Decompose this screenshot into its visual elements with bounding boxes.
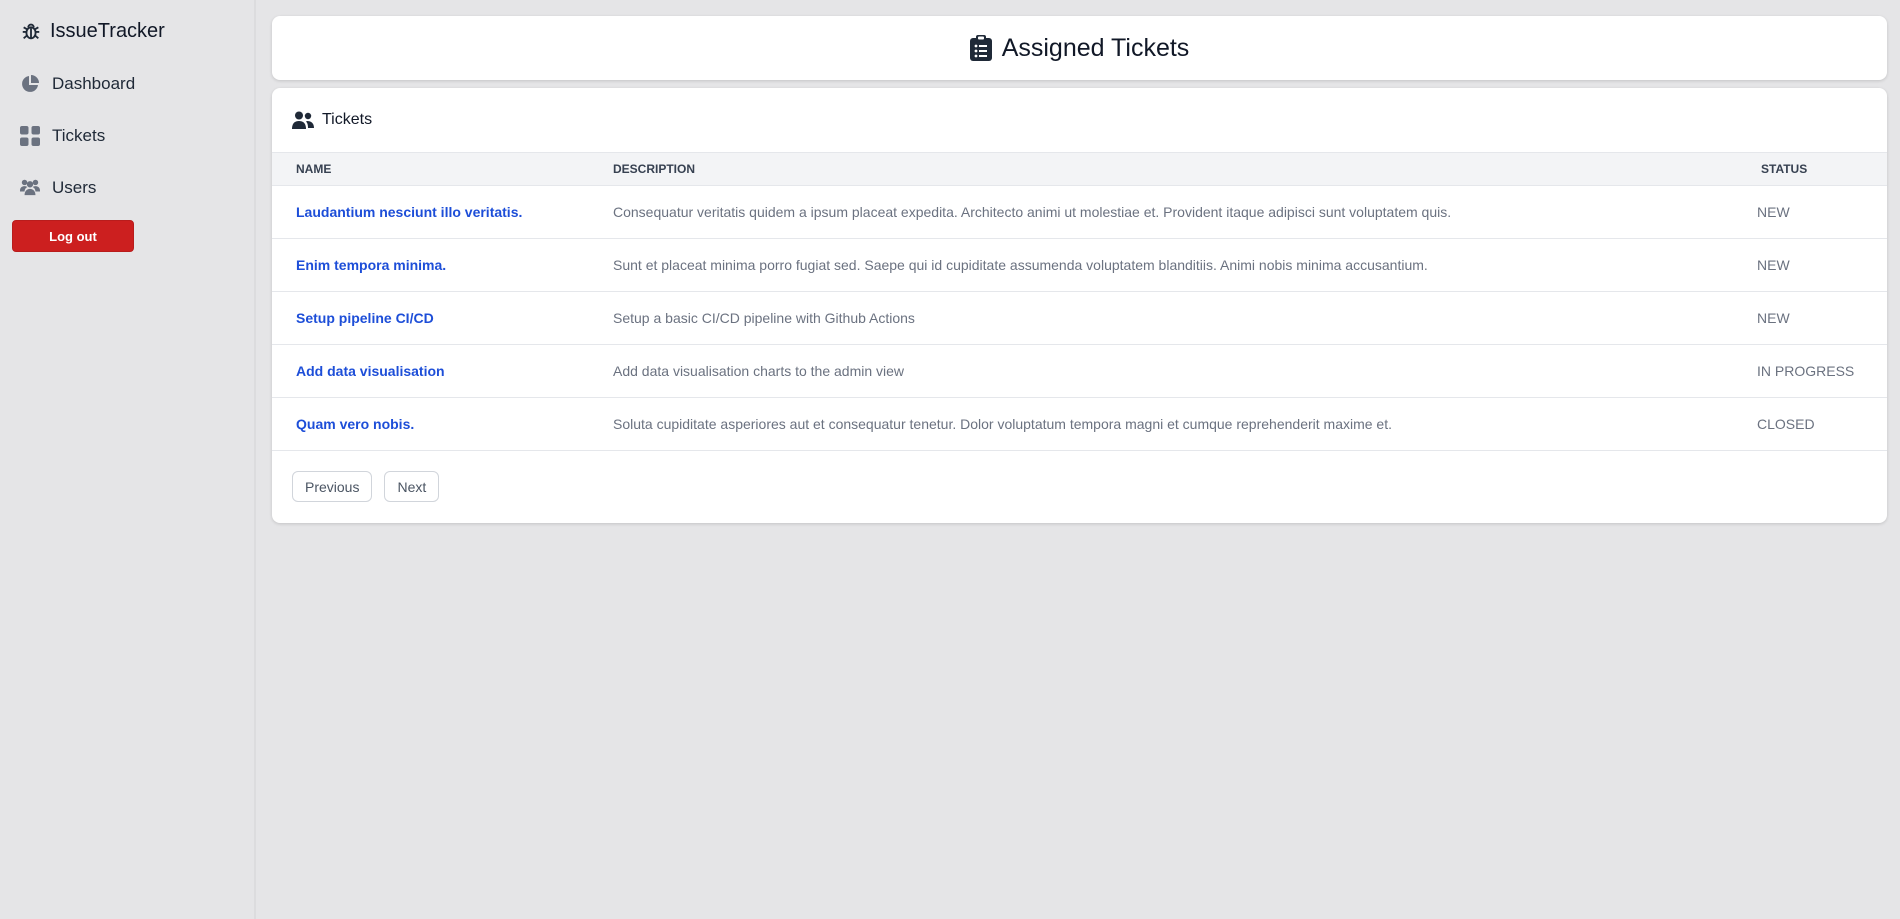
brand[interactable]: IssueTracker [20,18,165,44]
ticket-description: Consequatur veritatis quidem a ipsum pla… [613,185,1757,239]
column-header-status[interactable]: STATUS [1757,153,1887,186]
sidebar-item-label: Dashboard [52,74,136,93]
ticket-link[interactable]: Quam vero nobis. [296,416,414,432]
pie-chart-icon [20,74,40,94]
ticket-description: Setup a basic CI/CD pipeline with Github… [613,291,1757,345]
table-row: Enim tempora minima. Sunt et placeat min… [272,238,1887,292]
ticket-description: Add data visualisation charts to the adm… [613,344,1757,398]
ticket-status: NEW [1757,291,1887,345]
sidebar-item-label: Tickets [52,126,106,145]
users-icon [292,111,314,129]
column-header-name[interactable]: NAME [272,153,613,186]
column-header-description[interactable]: DESCRIPTION [613,153,1757,186]
next-page-button[interactable]: Next [384,471,440,502]
ticket-status: NEW [1757,238,1887,292]
bug-icon [20,20,42,42]
ticket-link[interactable]: Laudantium nesciunt illo veritatis. [296,204,522,220]
ticket-status: IN PROGRESS [1757,344,1887,398]
pagination: Previous Next [292,471,451,502]
previous-page-button[interactable]: Previous [292,471,373,502]
clipboard-icon [969,35,992,61]
tickets-card-label: Tickets [322,111,373,128]
app-title: IssueTracker [50,19,165,42]
table-row: Setup pipeline CI/CD Setup a basic CI/CD… [272,291,1887,345]
ticket-status: CLOSED [1757,397,1887,451]
ticket-description: Sunt et placeat minima porro fugiat sed.… [613,238,1757,292]
ticket-link[interactable]: Enim tempora minima. [296,257,446,273]
sidebar-item-dashboard[interactable]: Dashboard [20,72,135,96]
sidebar-item-users[interactable]: Users [20,176,96,200]
sidebar-item-label: Users [52,178,97,197]
page-title: Assigned Tickets [1001,33,1190,62]
sidebar-item-tickets[interactable]: Tickets [20,124,105,148]
table-row: Add data visualisation Add data visualis… [272,344,1887,398]
table-header-row: NAME DESCRIPTION STATUS [272,152,1887,186]
sidebar: IssueTracker Dashboard Tickets Users Log… [0,0,256,919]
ticket-description: Soluta cupiditate asperiores aut et cons… [613,397,1757,451]
tickets-table: NAME DESCRIPTION STATUS Laudantium nesci… [272,152,1887,451]
grid-icon [20,126,40,146]
tickets-card: Tickets NAME DESCRIPTION STATUS Laudanti… [272,88,1887,523]
page-header: Assigned Tickets [272,16,1887,80]
ticket-status: NEW [1757,185,1887,239]
table-row: Quam vero nobis. Soluta cupiditate asper… [272,397,1887,451]
tickets-card-title: Tickets [272,88,1887,152]
table-row: Laudantium nesciunt illo veritatis. Cons… [272,185,1887,239]
ticket-link[interactable]: Setup pipeline CI/CD [296,310,434,326]
ticket-link[interactable]: Add data visualisation [296,363,445,379]
logout-button[interactable]: Log out [12,220,134,252]
users-icon [20,178,40,198]
